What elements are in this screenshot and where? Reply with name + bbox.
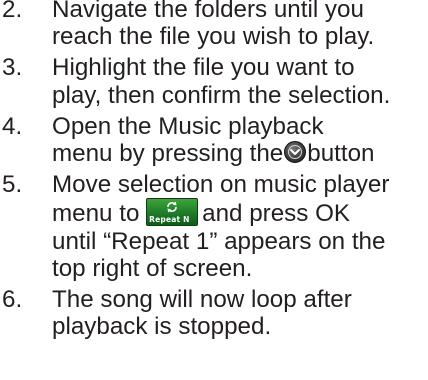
step-text-line: The song will now loop after: [52, 286, 352, 314]
step-text-line: top right of screen.: [52, 254, 253, 282]
step-text-line-with-icon: menu by pressing the button: [52, 140, 428, 167]
step-text-fragment: and press OK: [202, 200, 351, 228]
step-text-fragment: menu to: [52, 200, 140, 228]
repeat-mode-icon: Repeat N: [146, 198, 199, 227]
step-text-line-with-icon: menu to Repeat N and press OK: [52, 198, 428, 227]
step-text-line: Open the Music playback: [52, 112, 324, 140]
step-text-line: reach the file you wish to play.: [52, 23, 375, 51]
step-text-line: play, then confirm the selection.: [52, 81, 391, 109]
menu-button-icon: [284, 141, 307, 164]
step-4: 4. Open the Music playback menu by press…: [0, 113, 428, 167]
step-3: 3. Highlight the file you want to play, …: [0, 54, 428, 108]
step-text-line: playback is stopped.: [52, 313, 272, 341]
step-text-line: Move selection on music player: [52, 171, 390, 199]
step-text-line: until “Repeat 1” appears on the: [52, 227, 386, 255]
step-text-fragment: menu by pressing the: [52, 140, 284, 168]
step-number: 4.: [2, 112, 23, 140]
step-number: 6.: [2, 286, 23, 314]
step-text-fragment: button: [307, 140, 375, 168]
step-number: 2.: [2, 0, 23, 23]
instruction-steps: 2. Navigate the folders until you reach …: [0, 0, 428, 340]
step-text-line: Highlight the file you want to: [52, 54, 355, 82]
step-2: 2. Navigate the folders until you reach …: [0, 0, 428, 50]
step-6: 6. The song will now loop after playback…: [0, 286, 428, 340]
step-5: 5. Move selection on music player menu t…: [0, 171, 428, 282]
step-number: 3.: [2, 54, 23, 82]
repeat-icon-label: Repeat N: [149, 215, 190, 225]
step-number: 5.: [2, 171, 23, 199]
step-text-line: Navigate the folders until you: [52, 0, 364, 23]
